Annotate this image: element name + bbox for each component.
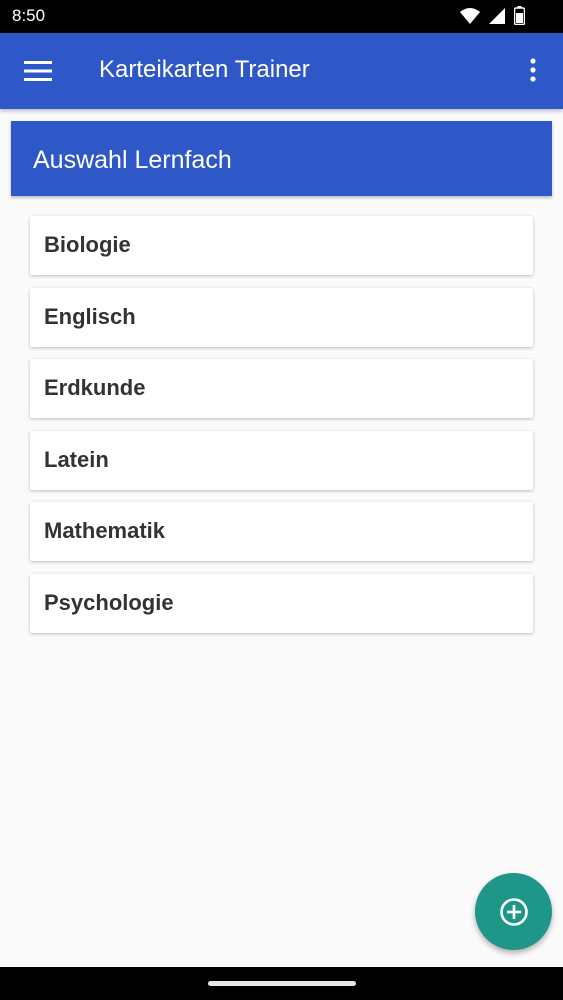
subject-label: Latein (44, 446, 109, 472)
subject-list: Biologie Englisch Erdkunde Latein Mathem… (30, 216, 533, 645)
app-title: Karteikarten Trainer (99, 56, 310, 83)
subject-label: Biologie (44, 232, 131, 257)
signal-icon (489, 7, 505, 24)
add-circle-icon (499, 897, 528, 926)
status-time: 8:50 (12, 6, 46, 25)
subject-label: Psychologie (44, 589, 174, 615)
more-vert-icon[interactable] (521, 57, 545, 85)
add-subject-button[interactable] (475, 873, 552, 950)
hamburger-menu-icon[interactable] (24, 59, 52, 83)
status-bar: 8:50 (0, 0, 563, 33)
app-bar: Karteikarten Trainer (0, 33, 563, 109)
battery-icon (514, 6, 525, 25)
wifi-icon (460, 7, 480, 24)
section-title: Auswahl Lernfach (33, 146, 232, 174)
subject-card-erdkunde[interactable]: Erdkunde (30, 359, 533, 418)
subject-label: Mathematik (44, 518, 166, 543)
subject-card-latein[interactable]: Latein (30, 430, 533, 490)
navigation-bar (0, 967, 563, 1000)
home-indicator[interactable] (208, 981, 356, 986)
subject-label: Erdkunde (44, 375, 146, 400)
subject-card-mathematik[interactable]: Mathematik (30, 502, 533, 561)
subject-card-psychologie[interactable]: Psychologie (30, 573, 533, 633)
status-icons (460, 6, 525, 25)
section-header: Auswahl Lernfach (11, 121, 552, 196)
subject-card-biologie[interactable]: Biologie (30, 216, 533, 275)
subject-label: Englisch (44, 303, 136, 329)
subject-card-englisch[interactable]: Englisch (30, 287, 533, 347)
